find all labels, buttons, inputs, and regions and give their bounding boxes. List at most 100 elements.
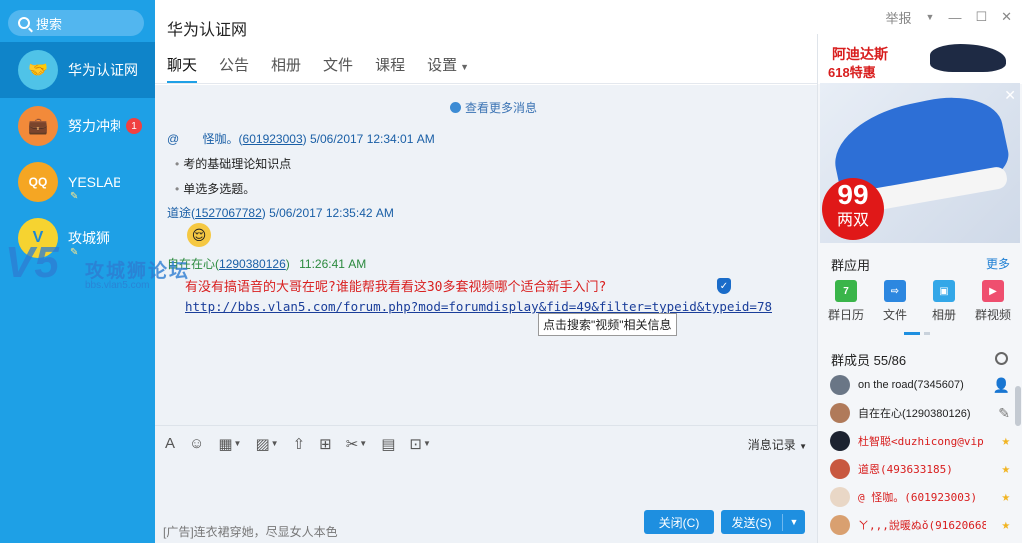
window-controls: 举报 ▼ — ☐ ✕ (817, 0, 1022, 34)
message-text: 单选多选题。 (175, 180, 255, 197)
load-more-messages[interactable]: 查看更多消息 (450, 99, 537, 116)
avatar (830, 487, 850, 507)
text-ad[interactable]: [广告]连衣裙穿她，尽显女人本色 (163, 523, 338, 540)
watermark-v5: V5 (5, 238, 59, 287)
app-label: 文件 (882, 308, 907, 322)
conversation-item-huawei[interactable]: 🤝 华为认证网 (0, 42, 155, 98)
emoji-picker-icon[interactable]: ☺ (189, 435, 204, 452)
ad-image[interactable]: 99 两双 ✕ (820, 83, 1020, 243)
gif-icon[interactable]: ▦ ▼ (218, 435, 241, 453)
ad-banner[interactable]: 阿迪达斯 618特惠 (818, 34, 1022, 84)
members-title: 群成员 55/86 (831, 353, 907, 368)
conversation-item-yeslab[interactable]: QQ YESLAB ✎ (0, 154, 155, 210)
group-avatar: QQ (18, 162, 58, 202)
sender-name[interactable]: 道途 (167, 206, 191, 220)
watermark-url: bbs.vlan5.com (85, 280, 150, 291)
conversation-name: 华为认证网 (68, 62, 138, 78)
shoe-image (930, 44, 1006, 72)
edit-icon: ✎ (998, 404, 1010, 421)
close-button[interactable]: 关闭(C) (644, 510, 714, 534)
members-scrollbar[interactable] (1015, 386, 1021, 426)
watermark-title: 攻城狮论坛 (85, 261, 191, 282)
maximize-icon[interactable]: ☐ (975, 9, 987, 25)
member-row[interactable]: 自在在心(1290380126) ✎ (830, 400, 1010, 426)
sender-qq[interactable]: 1290380126 (219, 257, 286, 271)
font-icon[interactable]: A (165, 435, 175, 452)
ad-price-unit: 两双 (836, 212, 869, 229)
message-text: 考的基础理论知识点 (175, 155, 291, 172)
load-more-label: 查看更多消息 (465, 101, 538, 115)
sender-qq[interactable]: 1527067782 (195, 206, 262, 220)
search-box[interactable]: 搜索 (8, 10, 144, 36)
pager-dot[interactable] (924, 332, 930, 335)
chat-messages: 查看更多消息 @ 怪咖。(601923003) 5/06/2017 12:34:… (155, 85, 817, 425)
app-video[interactable]: ▶ 群视频 (973, 280, 1013, 323)
app-files[interactable]: ⇨ 文件 (875, 280, 915, 323)
pager-dot-active[interactable] (904, 332, 920, 335)
message-input[interactable]: [广告]连衣裙穿她，尽显女人本色 关闭(C) 发送(S) ▼ (155, 461, 817, 543)
member-row[interactable]: 杜智聪<duzhicong@vip.qq.com> ★ (830, 428, 1010, 454)
avatar (830, 403, 850, 423)
gift-icon[interactable]: ⊞ (319, 435, 332, 453)
tab-album[interactable]: 相册 (271, 54, 301, 83)
screenshot-icon[interactable]: ✂ ▼ (346, 435, 368, 453)
conversation-item-nuli[interactable]: 💼 努力冲刺 1 (0, 98, 155, 154)
send-button[interactable]: 发送(S) ▼ (721, 510, 805, 534)
message-time: 11:26:41 AM (299, 257, 367, 271)
history-doc-icon[interactable]: ▤ (381, 435, 395, 453)
group-title: 华为认证网 (167, 22, 248, 39)
chevron-down-icon[interactable]: ▼ (783, 517, 805, 527)
sender-qq[interactable]: 601923003 (243, 132, 303, 146)
image-icon[interactable]: ▨ ▼ (255, 435, 278, 453)
message-time: 5/06/2017 12:34:01 AM (309, 132, 435, 146)
minimize-icon[interactable]: — (948, 10, 961, 25)
chevron-down-icon: ▼ (460, 62, 470, 72)
search-placeholder: 搜索 (36, 16, 63, 32)
app-album[interactable]: ▣ 相册 (924, 280, 964, 323)
close-icon[interactable]: ✕ (1004, 87, 1016, 104)
tab-files[interactable]: 文件 (323, 54, 353, 83)
search-tooltip: 点击搜索"视频"相关信息 (538, 313, 677, 336)
search-icon[interactable] (995, 352, 1008, 365)
calendar-icon: 7 (835, 280, 857, 302)
chevron-down-icon: ▼ (799, 442, 807, 451)
upload-icon[interactable]: ⇧ (293, 435, 306, 453)
avatar (830, 431, 850, 451)
member-row[interactable]: on the road(7345607) 👤 (830, 372, 1010, 398)
briefcase-icon: 💼 (18, 106, 58, 146)
ad-brand: 阿迪达斯 (832, 46, 888, 62)
apps-more-link[interactable]: 更多 (986, 255, 1010, 272)
tab-settings[interactable]: 设置 ▼ (427, 54, 469, 83)
folder-icon: ⇨ (884, 280, 906, 302)
app-calendar[interactable]: 7 群日历 (826, 280, 866, 323)
ad-price: 99 (837, 179, 869, 210)
unread-badge: 1 (126, 118, 142, 134)
input-toolbar: A ☺ ▦ ▼ ▨ ▼ ⇧ ⊞ ✂ ▼ ▤ ⊡ ▼ 消息记录 ▼ (155, 425, 817, 461)
message-sender-line: 道途(1527067782) 5/06/2017 12:35:42 AM (167, 206, 394, 220)
message-question: 有没有搞语音的大哥在呢?谁能帮我看看这30多套视频哪个适合新手入门? (185, 280, 607, 295)
message-history-button[interactable]: 消息记录 ▼ (748, 436, 807, 453)
shield-icon: ✓ (717, 278, 731, 294)
sender-name[interactable]: 怪咖。 (203, 132, 239, 146)
member-row[interactable]: ㄚ,,,說暖ぬǒ(916206684) ★ (830, 512, 1010, 538)
star-icon: ★ (1001, 461, 1010, 477)
handshake-icon: 🤝 (18, 50, 58, 90)
member-name: 道恩(493633185) (858, 463, 953, 476)
history-label: 消息记录 (747, 438, 796, 452)
member-row[interactable]: 道恩(493633185) ★ (830, 456, 1010, 482)
close-icon[interactable]: ✕ (1001, 9, 1012, 25)
message-link[interactable]: http://bbs.vlan5.com/forum.php?mod=forum… (185, 299, 772, 314)
star-icon: ★ (1001, 517, 1010, 533)
report-link[interactable]: 举报 (886, 8, 912, 27)
dropdown-icon[interactable]: ▼ (926, 12, 935, 22)
tab-courses[interactable]: 课程 (375, 54, 405, 83)
apps-title: 群应用 (831, 258, 871, 273)
tab-announcement[interactable]: 公告 (219, 54, 249, 83)
group-side-panel: 阿迪达斯 618特惠 99 两双 ✕ 群应用 更多 7 群日历 ⇨ 文件 ▣ 相… (817, 34, 1022, 543)
message-time: 5/06/2017 12:35:42 AM (269, 206, 394, 220)
more-icon[interactable]: ⊡ ▼ (409, 435, 431, 453)
tab-bar: 聊天 公告 相册 文件 课程 设置 ▼ (167, 54, 491, 83)
ad-sale: 618特惠 (828, 65, 876, 80)
tab-chat[interactable]: 聊天 (167, 54, 198, 83)
member-row[interactable]: @ 怪咖。(601923003) ★ (830, 484, 1010, 510)
